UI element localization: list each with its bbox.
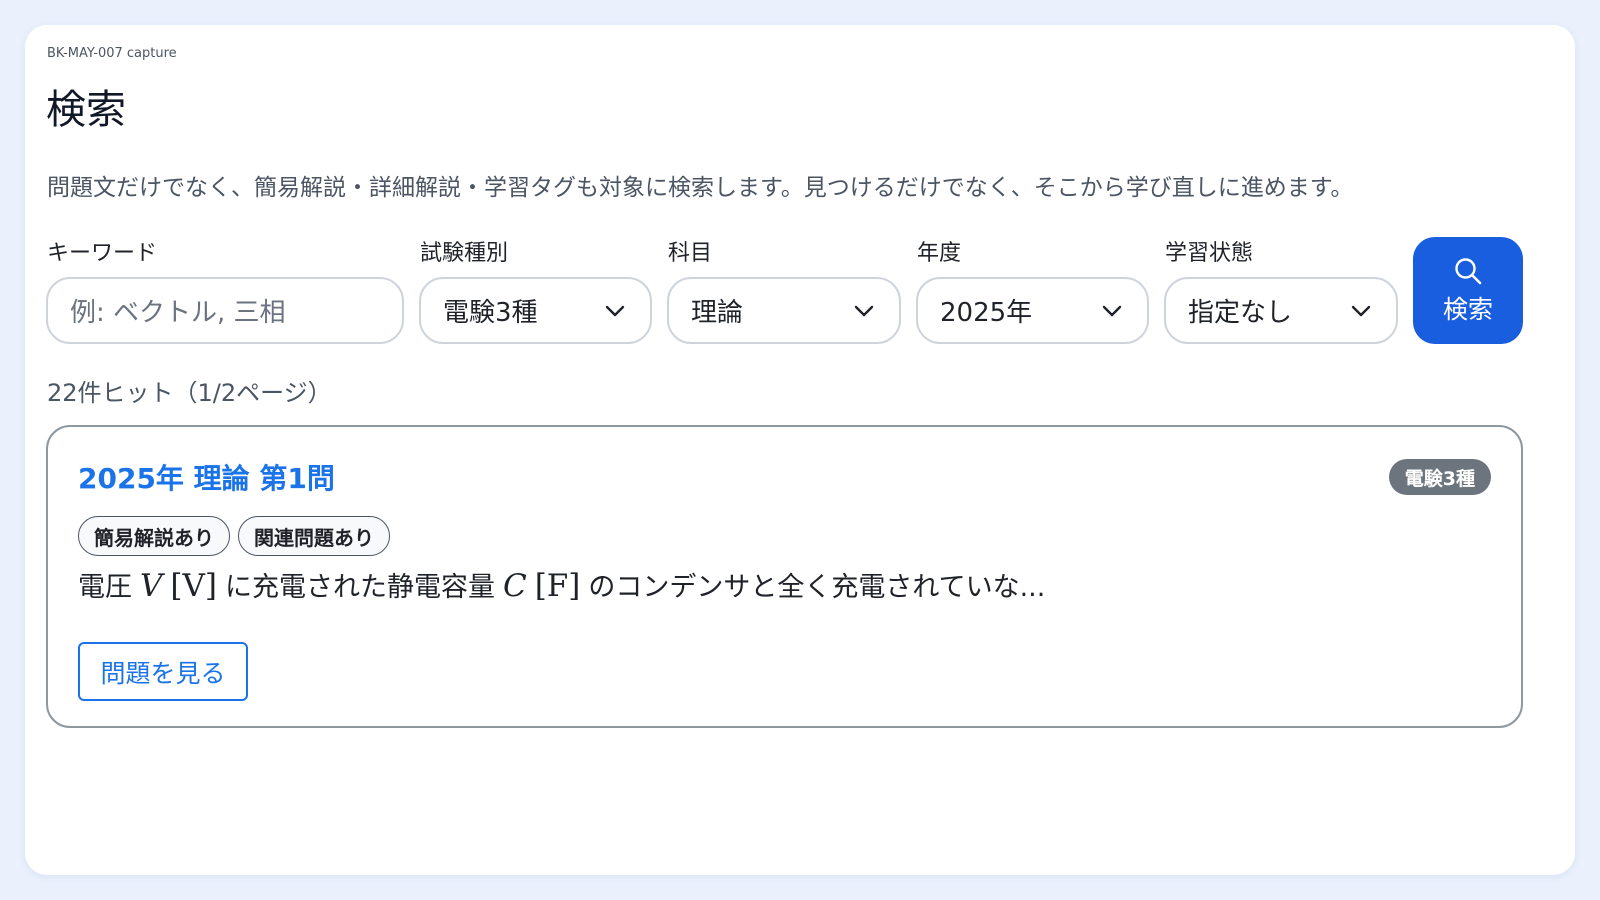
result-title-link[interactable]: 2025年 理論 第1問 <box>78 457 335 497</box>
exam-type-badge: 電験3種 <box>1388 459 1491 495</box>
chevron-down-icon <box>1348 298 1374 324</box>
keyword-input[interactable]: 例: ベクトル, 三相 <box>46 277 404 344</box>
result-snippet: 電圧 V [V] に充電された静電容量 C [F] のコンデンサと全く充電されて… <box>78 565 1045 604</box>
study-status-value: 指定なし <box>1188 298 1293 328</box>
view-problem-button[interactable]: 問題を見る <box>78 642 248 701</box>
year-label: 年度 <box>917 241 962 266</box>
exam-type-label: 試験種別 <box>420 241 509 266</box>
snippet-math-variable: V <box>140 568 163 604</box>
tag-related-problems: 関連問題あり <box>238 516 390 556</box>
search-button-label: 検索 <box>1442 294 1493 324</box>
search-button[interactable]: 検索 <box>1413 237 1523 344</box>
tag-simple-explanation: 簡易解説あり <box>78 516 230 556</box>
page-description: 問題文だけでなく、簡易解説・詳細解説・学習タグも対象に検索します。見つけるだけで… <box>47 175 1354 201</box>
exam-type-select[interactable]: 電験3種 <box>419 277 652 344</box>
snippet-math-variable: C <box>502 568 527 604</box>
subject-select[interactable]: 理論 <box>667 277 901 344</box>
subject-value: 理論 <box>691 298 744 328</box>
result-card: 2025年 理論 第1問 電験3種 簡易解説あり 関連問題あり 電圧 V [V]… <box>46 425 1523 728</box>
tag-list: 簡易解説あり 関連問題あり <box>78 516 390 556</box>
keyword-placeholder: 例: ベクトル, 三相 <box>70 298 286 328</box>
subject-label: 科目 <box>668 241 713 266</box>
snippet-text: に充電された静電容量 <box>224 572 495 603</box>
snippet-math-unit: [V] <box>170 568 217 604</box>
year-select[interactable]: 2025年 <box>916 277 1149 344</box>
snippet-math-unit: [F] <box>534 568 581 604</box>
search-icon <box>1453 256 1483 286</box>
page-title: 検索 <box>46 87 126 133</box>
year-value: 2025年 <box>940 298 1033 328</box>
study-status-label: 学習状態 <box>1165 241 1254 266</box>
chevron-down-icon <box>851 298 877 324</box>
exam-type-value: 電験3種 <box>443 298 538 328</box>
snippet-text: 電圧 <box>78 572 132 603</box>
chevron-down-icon <box>602 298 628 324</box>
snippet-text: のコンデンサと全く充電されていな... <box>588 572 1046 603</box>
capture-label: BK-MAY-007 capture <box>47 46 177 61</box>
search-panel: BK-MAY-007 capture 検索 問題文だけでなく、簡易解説・詳細解説… <box>25 25 1575 875</box>
study-status-select[interactable]: 指定なし <box>1164 277 1398 344</box>
keyword-label: キーワード <box>47 241 158 266</box>
chevron-down-icon <box>1099 298 1125 324</box>
result-count: 22件ヒット（1/2ページ） <box>47 379 332 407</box>
